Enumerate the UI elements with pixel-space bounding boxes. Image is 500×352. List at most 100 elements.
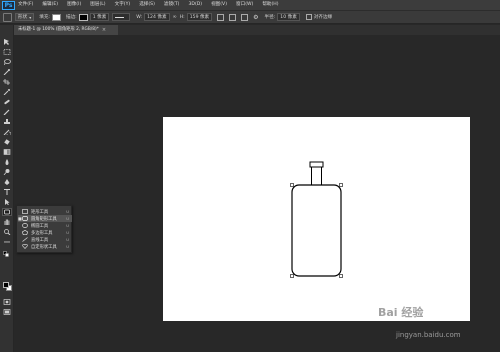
menu-help[interactable]: 帮助(H) [262, 0, 278, 10]
hand-icon[interactable] [3, 219, 11, 225]
eraser-icon[interactable] [3, 139, 11, 145]
flyout-item-line[interactable]: 直线工具 U [18, 236, 72, 243]
width-label: W: [136, 14, 143, 20]
menu-filter[interactable]: 滤镜(T) [164, 0, 180, 10]
path-select-icon[interactable] [3, 199, 11, 205]
flyout-item-rectangle[interactable]: 矩形工具 U [18, 208, 72, 215]
menu-list: 文件(F) 编辑(E) 图像(I) 图层(L) 文字(Y) 选择(S) 滤镜(T… [18, 0, 288, 10]
menu-type[interactable]: 文字(Y) [115, 0, 131, 10]
fill-label: 填充: [39, 15, 50, 20]
flyout-item-label: 矩形工具 [31, 209, 49, 215]
flyout-item-shortcut: U [66, 216, 69, 221]
crop-icon[interactable] [3, 79, 11, 85]
document-canvas[interactable] [163, 117, 470, 321]
more-tools-icon[interactable] [3, 239, 11, 245]
document-tab-bar: 未标题-1 @ 100% (圆角矩形 2, RGB/8) * × [14, 25, 500, 35]
menu-view[interactable]: 视图(V) [211, 0, 227, 10]
align-edges-label: 对齐边缘 [313, 15, 333, 20]
menu-image[interactable]: 图像(I) [67, 0, 81, 10]
flyout-item-label: 多边形工具 [31, 230, 53, 236]
radius-label: 半径: [264, 15, 276, 20]
shape-icon[interactable] [2, 208, 12, 216]
menu-file[interactable]: 文件(F) [18, 0, 33, 10]
flyout-item-shortcut: U [66, 244, 69, 249]
blur-icon[interactable] [3, 159, 11, 165]
menu-edit[interactable]: 编辑(E) [42, 0, 58, 10]
stroke-width-field[interactable]: 1 像素 [89, 13, 110, 21]
foreground-color-swatch[interactable] [3, 282, 9, 288]
line-icon [22, 237, 28, 242]
clone-stamp-icon[interactable] [3, 119, 11, 125]
move-icon[interactable] [3, 39, 11, 45]
watermark-url: jingyan.baidu.com [396, 331, 461, 339]
quick-mask-icon[interactable] [3, 299, 11, 305]
flyout-item-shortcut: U [66, 237, 69, 242]
close-icon[interactable]: × [102, 25, 106, 35]
fill-swatch[interactable] [51, 13, 61, 21]
screen-mode-icon[interactable] [3, 309, 11, 315]
shape-tool-flyout: 矩形工具 U ■ 圆角矩形工具 U 椭圆工具 U 多边形工具 U 直线工具 U … [16, 205, 72, 253]
document-title: 未标题-1 @ 100% (圆角矩形 2, RGB/8) [18, 27, 97, 32]
stroke-label: 描边: [65, 15, 77, 20]
align-edges-checkbox[interactable] [305, 14, 312, 20]
document-tab[interactable]: 未标题-1 @ 100% (圆角矩形 2, RGB/8) * × [14, 25, 118, 35]
brush-icon[interactable] [3, 109, 11, 115]
stroke-type-select[interactable] [112, 13, 131, 21]
history-brush-icon[interactable] [3, 129, 11, 135]
options-bar: 形状 ▾ 填充: 描边: 1 像素 W: 124 像素 ∞ H: 159 像素 … [0, 10, 500, 24]
shape-mode-select[interactable]: 形状 ▾ [15, 13, 35, 21]
path-alignment-icon[interactable] [229, 13, 237, 21]
path-operations-icon[interactable] [217, 13, 225, 21]
lasso-icon[interactable] [3, 59, 11, 65]
custom-shape-icon [22, 244, 28, 249]
flyout-item-polygon[interactable]: 多边形工具 U [18, 229, 72, 236]
zoom-icon[interactable] [3, 229, 11, 235]
menu-window[interactable]: 窗口(W) [236, 0, 253, 10]
height-field[interactable]: 159 像素 [186, 13, 213, 21]
watermark-logo-text: Bai 经验 [378, 306, 424, 319]
photoshop-logo-icon: Ps [2, 0, 15, 10]
polygon-icon [22, 230, 28, 235]
photoshop-window: Ps 文件(F) 编辑(E) 图像(I) 图层(L) 文字(Y) 选择(S) 滤… [0, 0, 500, 352]
radius-field[interactable]: 10 像素 [277, 13, 300, 21]
flyout-item-custom-shape[interactable]: 自定形状工具 U [18, 243, 72, 250]
flyout-item-label: 直线工具 [31, 237, 49, 243]
healing-brush-icon[interactable] [3, 99, 11, 105]
modified-mark: * [96, 27, 99, 32]
flyout-item-label: 圆角矩形工具 [31, 216, 57, 222]
settings-gear-icon[interactable]: ⚙ [253, 14, 258, 21]
ellipse-icon [22, 223, 28, 228]
flyout-item-shortcut: U [66, 209, 69, 214]
menu-select[interactable]: 选择(S) [139, 0, 155, 10]
flyout-item-label: 椭圆工具 [31, 223, 49, 229]
width-field[interactable]: 124 像素 [144, 13, 170, 21]
path-arrangement-icon[interactable] [241, 13, 249, 21]
rounded-rectangle-icon [22, 216, 28, 221]
flyout-item-label: 自定形状工具 [31, 244, 57, 250]
pen-icon[interactable] [3, 179, 11, 185]
flyout-item-shortcut: U [66, 223, 69, 228]
type-icon[interactable] [3, 189, 11, 195]
height-label: H: [179, 14, 185, 20]
baidu-jingyan-watermark: Bai 经验 jingyan.baidu.com [378, 300, 498, 348]
tools-panel [0, 25, 14, 352]
default-colors-icon[interactable] [3, 251, 11, 257]
rectangle-icon [22, 209, 28, 214]
flyout-item-rounded-rectangle[interactable]: ■ 圆角矩形工具 U [18, 215, 72, 222]
menu-layer[interactable]: 图层(L) [90, 0, 105, 10]
dodge-icon[interactable] [3, 169, 11, 175]
flyout-item-shortcut: U [66, 230, 69, 235]
bottle-shape[interactable] [163, 117, 470, 321]
flyout-item-ellipse[interactable]: 椭圆工具 U [18, 222, 72, 229]
link-icon[interactable]: ∞ [173, 14, 177, 20]
chevron-down-icon: ▾ [29, 14, 32, 20]
marquee-icon[interactable] [3, 49, 11, 55]
eyedropper-icon[interactable] [3, 89, 11, 95]
quick-select-icon[interactable] [3, 69, 11, 75]
shape-mode-value: 形状 [18, 14, 28, 20]
selected-mark-icon: ■ [18, 216, 22, 221]
gradient-icon[interactable] [3, 149, 11, 155]
stroke-swatch[interactable] [78, 13, 88, 21]
tool-preset-icon[interactable] [3, 12, 12, 22]
menu-3d[interactable]: 3D(D) [188, 0, 202, 10]
